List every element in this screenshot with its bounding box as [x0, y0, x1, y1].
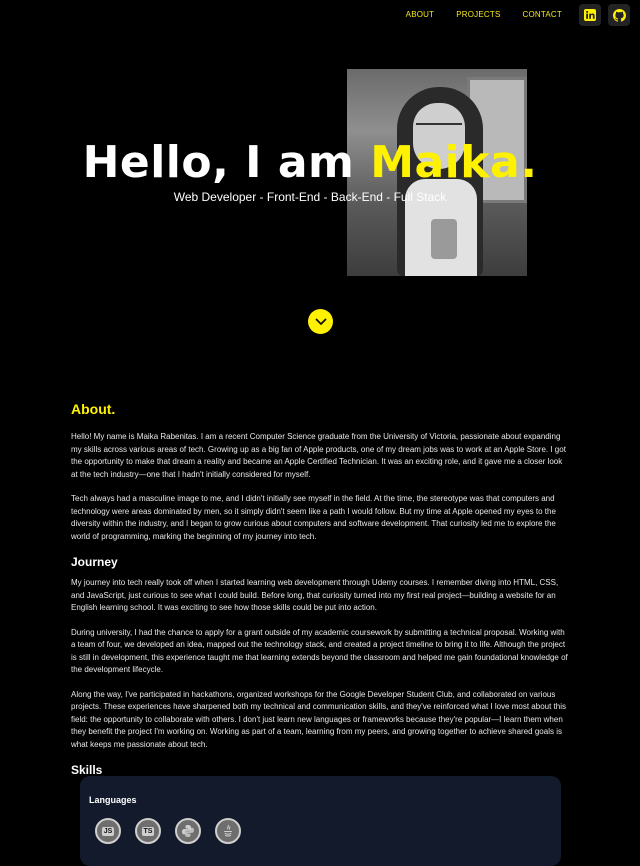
javascript-tag: JS — [101, 826, 115, 836]
skills-card: Languages JS TS — [80, 776, 561, 866]
journey-heading: Journey — [71, 555, 118, 569]
nav-about-link[interactable]: ABOUT — [406, 5, 435, 25]
hero-subtitle: Web Developer - Front-End - Back-End - F… — [173, 190, 447, 204]
photo-cup — [431, 219, 457, 259]
about-paragraph-2: Tech always had a masculine image to me,… — [71, 494, 556, 541]
typescript-tag: TS — [141, 826, 155, 836]
about-heading: About. — [71, 401, 116, 417]
hero-name: Maika. — [370, 137, 538, 188]
python-logo-shape — [182, 825, 194, 837]
skills-heading: Skills — [71, 763, 103, 777]
about-section: About. Hello! My name is Maika Rabenitas… — [71, 401, 571, 785]
about-paragraph-1: Hello! My name is Maika Rabenitas. I am … — [71, 432, 566, 479]
github-icon — [612, 8, 626, 22]
hero-title: Hello, I am Maika. — [0, 137, 620, 188]
typescript-icon: TS — [135, 818, 161, 844]
hero-greeting: Hello, I am — [82, 137, 371, 188]
journey-paragraph-1: My journey into tech really took off whe… — [71, 578, 559, 612]
java-logo-shape — [224, 824, 232, 837]
chevron-down-icon — [315, 318, 326, 325]
photo-glasses — [416, 123, 462, 137]
languages-icon-list: JS TS — [95, 818, 241, 844]
top-nav: ABOUT PROJECTS CONTACT — [406, 4, 630, 26]
python-icon — [175, 818, 201, 844]
linkedin-icon — [584, 9, 596, 21]
languages-label: Languages — [89, 795, 137, 805]
nav-projects-link[interactable]: PROJECTS — [456, 5, 500, 25]
scroll-down-button[interactable] — [308, 309, 333, 334]
nav-contact-link[interactable]: CONTACT — [523, 5, 562, 25]
java-icon — [215, 818, 241, 844]
journey-paragraph-3: Along the way, I've participated in hack… — [71, 689, 566, 749]
javascript-icon: JS — [95, 818, 121, 844]
journey-paragraph-2: During university, I had the chance to a… — [71, 627, 568, 675]
linkedin-button[interactable] — [579, 4, 601, 26]
github-button[interactable] — [608, 4, 630, 26]
